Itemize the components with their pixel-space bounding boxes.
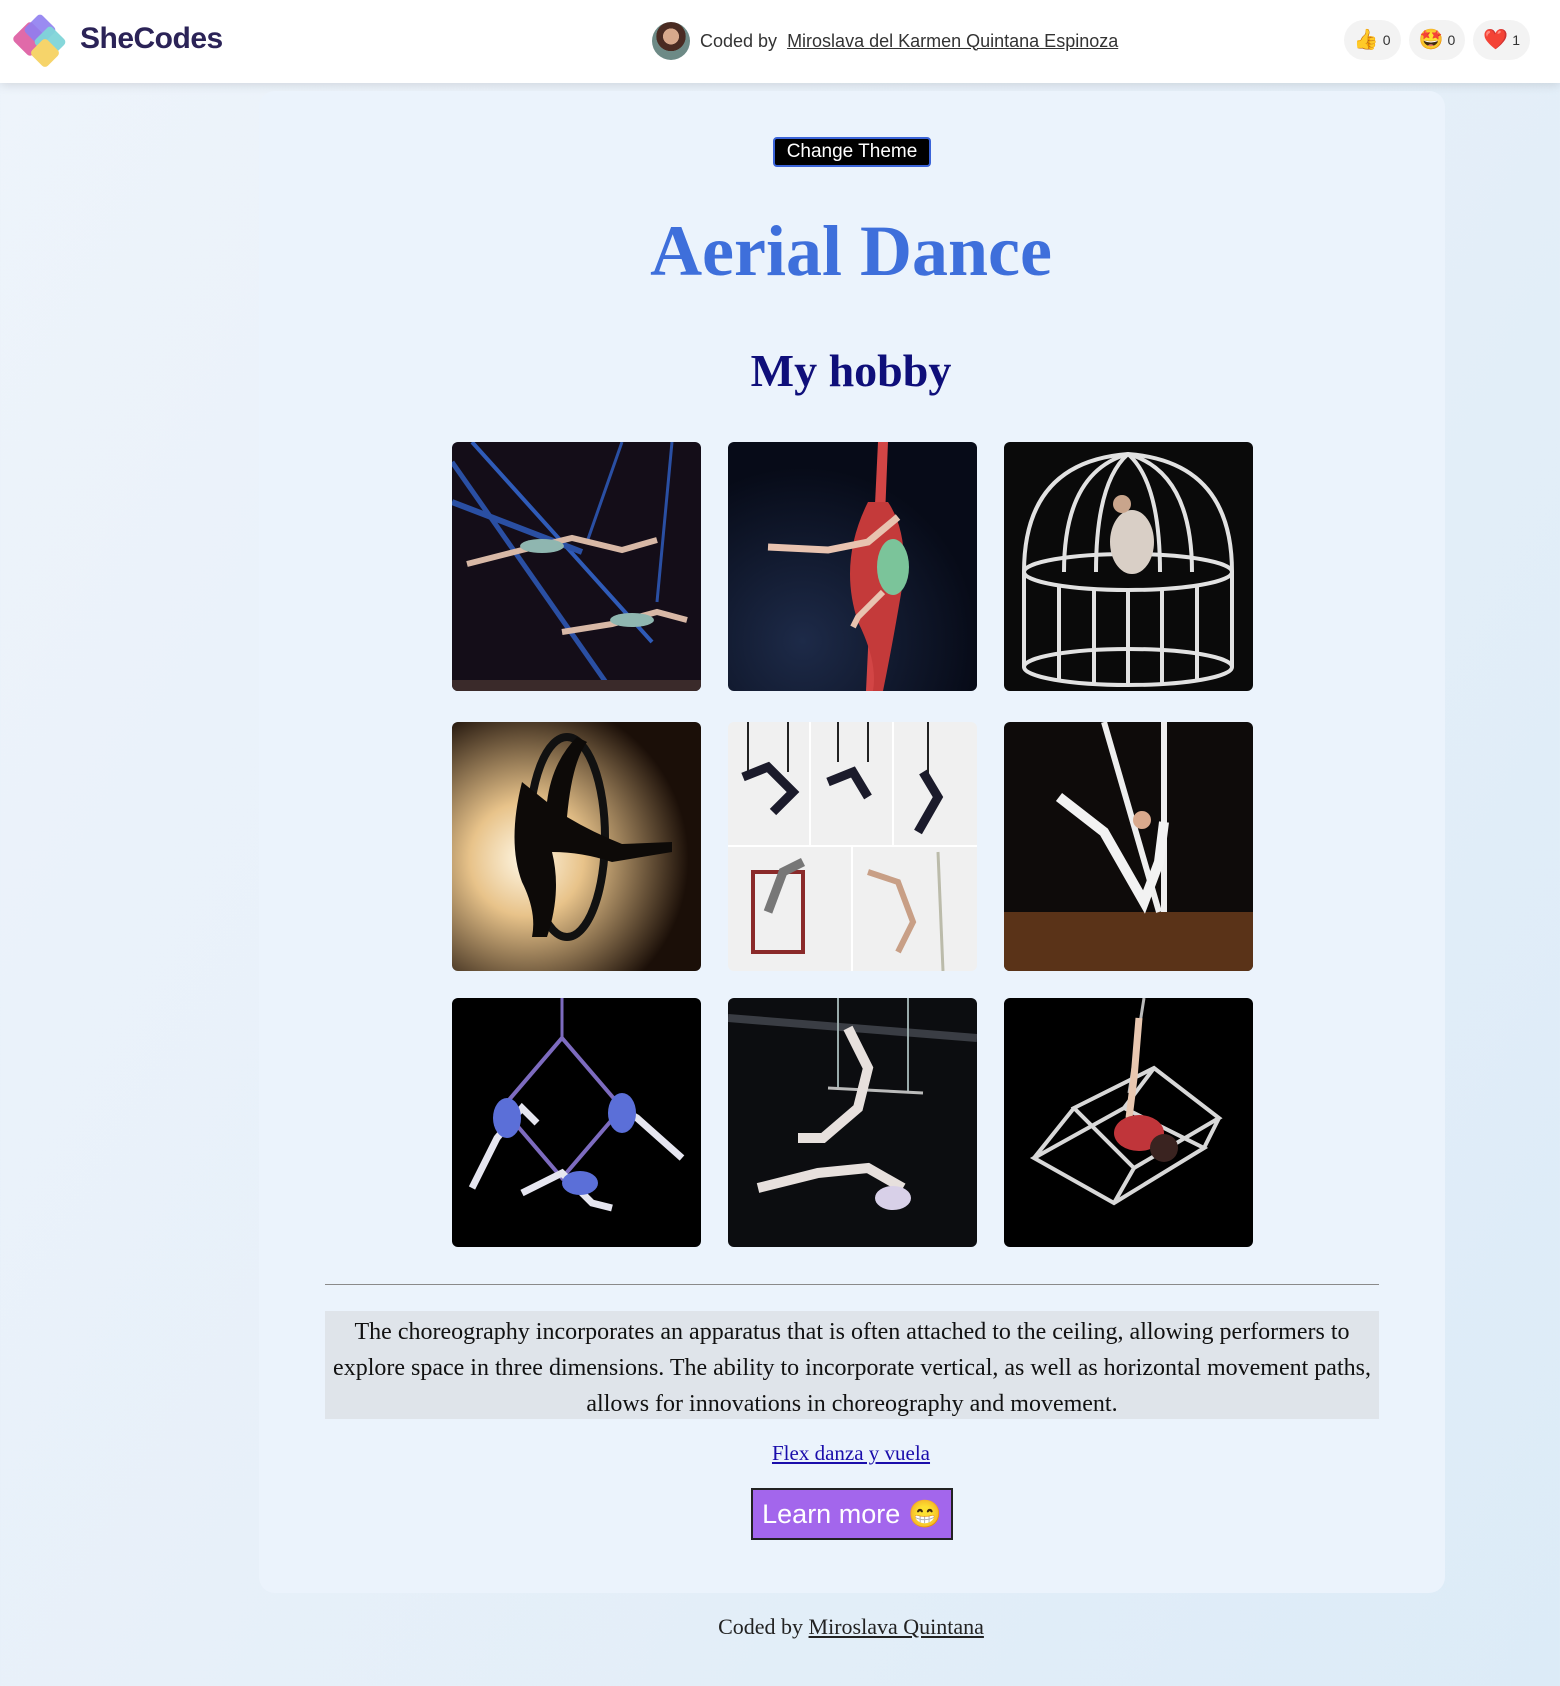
white-silks-photo bbox=[1004, 722, 1253, 971]
trapeze-collage-photo bbox=[728, 722, 977, 971]
trio-apparatus-photo bbox=[452, 998, 701, 1247]
shecodes-top-bar: SheCodes Coded by Miroslava del Karmen Q… bbox=[0, 0, 1560, 83]
photo-gallery bbox=[452, 442, 1253, 1247]
learn-more-label: Learn more bbox=[762, 1498, 901, 1529]
red-silks-photo bbox=[728, 442, 977, 691]
footer-credit: Coded by Miroslava Quintana bbox=[0, 1614, 1560, 1640]
footer-prefix: Coded by bbox=[718, 1614, 804, 1639]
reaction-heart-button[interactable]: ❤️ 1 bbox=[1473, 20, 1530, 60]
change-theme-button[interactable]: Change Theme bbox=[773, 137, 931, 167]
grinning-face-icon: 😁 bbox=[908, 1499, 942, 1529]
author-link[interactable]: Miroslava del Karmen Quintana Espinoza bbox=[787, 31, 1118, 52]
star-struck-icon: 🤩 bbox=[1418, 29, 1444, 51]
reaction-thumbs-up-button[interactable]: 👍 0 bbox=[1343, 20, 1401, 60]
thumbs-up-icon: 👍 bbox=[1353, 29, 1379, 51]
trapeze-duo-photo bbox=[728, 998, 977, 1247]
aerial-silks-duo-photo bbox=[452, 442, 701, 691]
author-prefix: Coded by bbox=[700, 30, 778, 51]
heart-icon: ❤️ bbox=[1483, 29, 1509, 51]
shecodes-logo-icon[interactable] bbox=[12, 12, 74, 70]
page-title: Aerial Dance bbox=[650, 211, 1052, 291]
flex-danza-link[interactable]: Flex danza y vuela bbox=[0, 1441, 1560, 1466]
aerial-hoop-silhouette-photo bbox=[452, 722, 701, 971]
cube-apparatus-photo bbox=[1004, 998, 1253, 1247]
brand-name[interactable]: SheCodes bbox=[80, 22, 223, 56]
avatar bbox=[652, 22, 690, 60]
reaction-star-struck-button[interactable]: 🤩 0 bbox=[1408, 20, 1466, 60]
learn-more-button[interactable]: Learn more 😁 bbox=[751, 1488, 953, 1540]
reaction-count: 1 bbox=[1512, 32, 1520, 48]
author-credit: Coded by Miroslava del Karmen Quintana E… bbox=[652, 22, 1118, 60]
birdcage-photo bbox=[1004, 442, 1253, 691]
reaction-count: 0 bbox=[1382, 32, 1391, 48]
reactions: 👍 0 🤩 0 ❤️ 1 bbox=[1343, 20, 1530, 60]
page-subtitle: My hobby bbox=[750, 345, 952, 396]
description-paragraph: The choreography incorporates an apparat… bbox=[325, 1311, 1379, 1419]
footer-author-link[interactable]: Miroslava Quintana bbox=[809, 1614, 984, 1639]
divider bbox=[325, 1284, 1379, 1285]
reaction-count: 0 bbox=[1447, 32, 1456, 48]
